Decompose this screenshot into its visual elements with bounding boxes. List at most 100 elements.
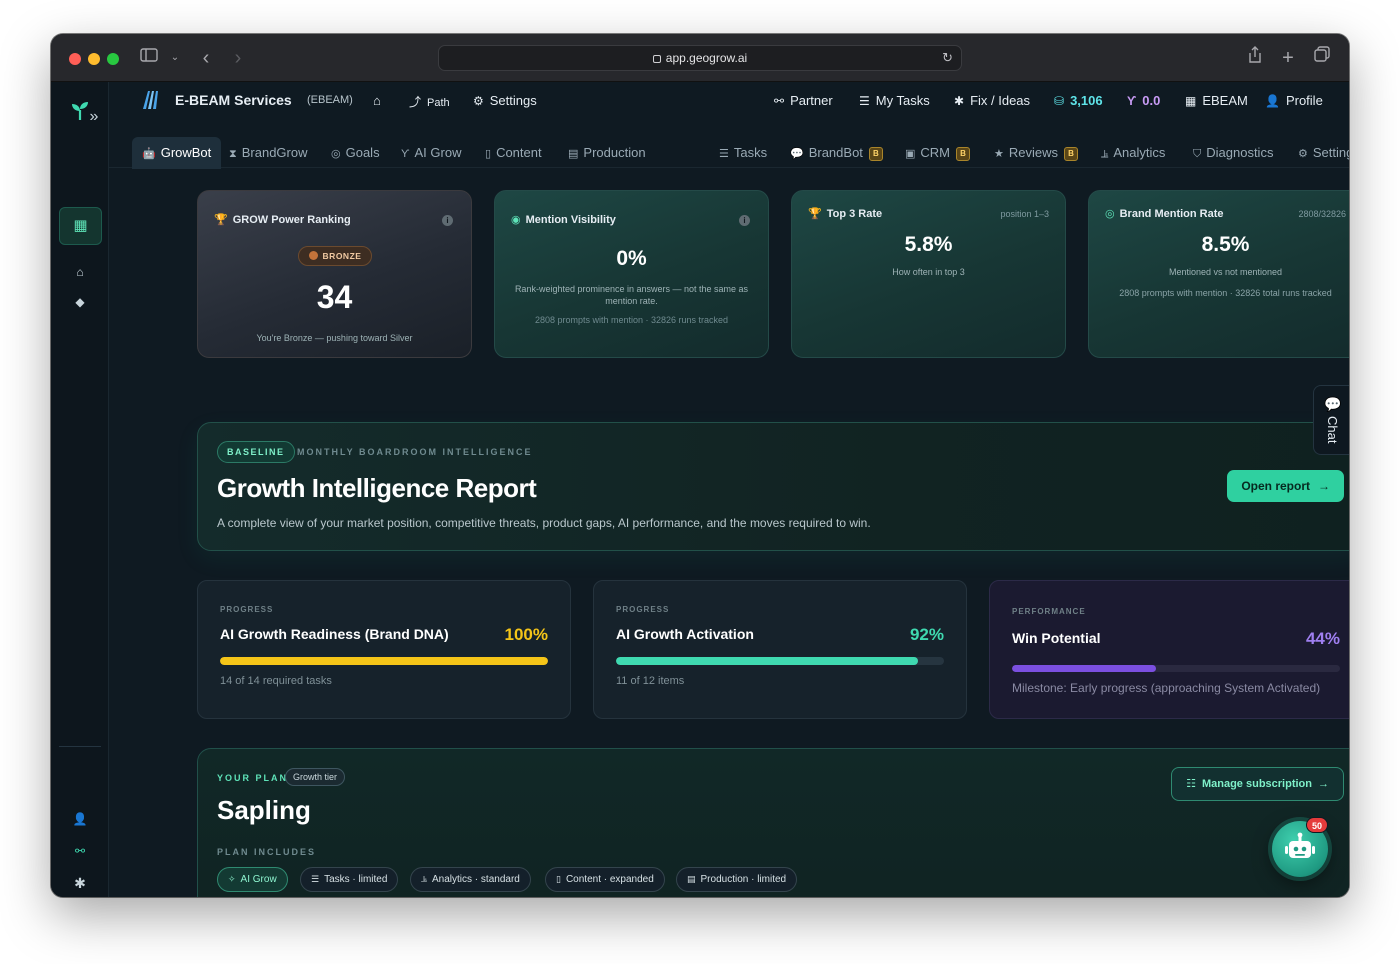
minimize-window-button[interactable] [88, 53, 100, 65]
sidebar-item-users[interactable]: 👤 [51, 812, 109, 826]
fix-ideas-label: Fix / Ideas [970, 93, 1031, 108]
sidebar-toggle-icon[interactable] [137, 46, 161, 70]
tab-content[interactable]: ▯ Content [485, 137, 542, 169]
tab-analytics[interactable]: ⫡ Analytics [1101, 137, 1165, 169]
brand-mention-value: 8.5% [1201, 233, 1250, 256]
chat-tab-label: Chat [1325, 416, 1340, 444]
app-sidebar: » ▦ ⌂ ◆ 👤 ⚯ ✱ ⇥ [51, 82, 109, 897]
arrow-right-icon: → [1318, 778, 1329, 790]
card-corner-meta: position 1–3 [1000, 209, 1049, 219]
card-corner-meta: 2808/32826 [1298, 209, 1346, 219]
address-bar[interactable]: app.geogrow.ai ↻ [438, 45, 962, 71]
progress-card-readiness[interactable]: PROGRESS AI Growth Readiness (Brand DNA)… [197, 580, 571, 719]
progress-card-activation[interactable]: PROGRESS AI Growth Activation 92% 11 of … [593, 580, 967, 719]
card-title-text: Brand Mention Rate [1119, 208, 1224, 220]
brand-mention-rate-card[interactable]: ◎ Brand Mention Rate 2808/32826 8.5% Ment… [1088, 190, 1349, 358]
forward-icon[interactable]: › [226, 46, 250, 70]
manage-subscription-button[interactable]: ☷ Manage subscription → [1171, 767, 1344, 801]
sidebar-item-home[interactable]: ⌂ [51, 265, 109, 279]
tab-brandbot[interactable]: 💬 BrandBot B [790, 137, 883, 169]
tab-production[interactable]: ▤ Production [568, 137, 646, 169]
home-icon: ⌂ [76, 265, 84, 279]
chevron-down-icon[interactable]: ⌄ [163, 46, 187, 70]
info-icon[interactable]: i [442, 215, 453, 226]
tab-overview-icon[interactable] [1310, 46, 1334, 70]
share-icon[interactable] [1243, 46, 1267, 70]
tab-label: Goals [345, 145, 380, 160]
chat-bubbles-icon: 💬 [1324, 396, 1342, 412]
tab-reviews[interactable]: ★ Reviews B [994, 137, 1078, 169]
gear-icon: ⚙ [1298, 148, 1308, 160]
list-icon: ☰ [719, 148, 729, 160]
route-icon: ⤴ [409, 95, 422, 109]
beta-badge: B [868, 147, 883, 161]
visibility-meta: 2808 prompts with mention · 32826 runs t… [534, 315, 729, 325]
report-title: Growth Intelligence Report [217, 473, 537, 503]
notification-count-badge: 50 [1306, 817, 1328, 833]
brand-logo[interactable] [142, 90, 160, 113]
rank-value: 34 [316, 279, 353, 315]
browser-window: ⌄ ‹ › app.geogrow.ai ↻ + » ▦ ⌂ ◆ 👤 ⚯ ✱ E… [51, 34, 1349, 897]
tab-tasks[interactable]: ☰ Tasks [719, 137, 767, 169]
profile-nav-button[interactable]: 👤 Profile [1265, 93, 1323, 108]
target-icon: ◎ [331, 148, 341, 160]
chat-side-tab[interactable]: 💬 Chat [1313, 385, 1349, 455]
tab-brandgrow[interactable]: ⧗ BrandGrow [229, 137, 307, 169]
grow-power-ranking-card[interactable]: 🏆 GROW Power Ranking i BRONZE 34 You're B… [197, 190, 472, 358]
star-icon: ★ [994, 148, 1004, 160]
tab-diagnostics[interactable]: ⛉ Diagnostics [1193, 137, 1273, 169]
tab-label: BrandBot [808, 145, 863, 160]
report-eyebrow: MONTHLY BOARDROOM INTELLIGENCE [297, 447, 533, 457]
back-icon[interactable]: ‹ [194, 46, 218, 70]
tab-crm[interactable]: ▣ CRM B [905, 137, 971, 169]
sidebar-item-tags[interactable]: ◆ [51, 295, 109, 309]
plan-chip-content[interactable]: ▯ Content · expanded [545, 867, 665, 892]
progress-track [220, 657, 548, 665]
fix-ideas-nav-button[interactable]: ✱ Fix / Ideas [954, 93, 1030, 108]
mention-visibility-card[interactable]: ◉ Mention Visibility i 0% Rank-weighted p… [494, 190, 769, 358]
tab-growbot[interactable]: 🤖 GrowBot [132, 137, 222, 169]
plan-name: Sapling [217, 795, 311, 825]
top3-rate-card[interactable]: 🏆 Top 3 Rate position 1–3 5.8% How often … [791, 190, 1066, 358]
new-tab-icon[interactable]: + [1276, 46, 1300, 70]
close-window-button[interactable] [69, 53, 81, 65]
tab-label: AI Grow [414, 145, 462, 160]
arrow-right-icon: → [1318, 479, 1330, 493]
my-tasks-nav-button[interactable]: ☰ My Tasks [859, 93, 930, 108]
list-icon: ☰ [311, 874, 320, 884]
tab-label: Reviews [1008, 145, 1058, 160]
home-nav-button[interactable]: ⌂ [373, 93, 381, 108]
org-nav-button[interactable]: ▦ EBEAM [1185, 93, 1248, 108]
tab-label: Production [583, 145, 646, 160]
plan-chip-ai-grow[interactable]: ✧ AI Grow [217, 867, 288, 892]
sidebar-item-organization[interactable]: ▦ [59, 207, 102, 245]
tab-label: Settings [1312, 145, 1349, 160]
visibility-desc: Rank-weighted prominence in answers — no… [514, 284, 749, 306]
file-icon: ▯ [556, 874, 561, 884]
plan-chip-analytics[interactable]: ⫡ Analytics · standard [410, 867, 531, 892]
performance-card-win-potential[interactable]: PERFORMANCE Win Potential 44% Milestone:… [989, 580, 1349, 719]
plan-chip-production[interactable]: ▤ Production · limited [676, 867, 798, 892]
tab-ai-grow[interactable]: ϒ AI Grow [401, 137, 461, 169]
sidebar-item-bugs[interactable]: ✱ [51, 875, 109, 892]
credits-nav-button[interactable]: ⛁ 3,106 [1054, 93, 1103, 108]
open-report-button[interactable]: Open report → [1227, 470, 1344, 502]
shield-icon: ⛉ [1193, 148, 1202, 160]
sidebar-item-partner[interactable]: ⚯ [51, 844, 109, 858]
bug-icon: ✱ [74, 875, 86, 891]
zoom-window-button[interactable] [107, 53, 119, 65]
progress-note: 11 of 12 items [616, 675, 685, 687]
tab-goals[interactable]: ◎ Goals [331, 137, 380, 169]
info-icon[interactable]: i [739, 215, 750, 226]
partner-nav-button[interactable]: ⚯ Partner [774, 93, 833, 108]
progress-label: PROGRESS [220, 605, 274, 614]
score-nav-button[interactable]: ϒ 0.0 [1127, 93, 1160, 108]
plan-chip-tasks[interactable]: ☰ Tasks · limited [300, 867, 399, 892]
tab-settings[interactable]: ⚙ Settings [1298, 137, 1349, 169]
settings-nav-button[interactable]: ⚙ Settings [473, 93, 537, 108]
org-name[interactable]: E-BEAM Services [175, 92, 292, 108]
baseline-badge: BASELINE [217, 441, 295, 463]
progress-title: Win Potential [1012, 630, 1101, 646]
reload-icon[interactable]: ↻ [942, 46, 953, 70]
path-nav-button[interactable]: ⤴ Path [409, 93, 450, 110]
